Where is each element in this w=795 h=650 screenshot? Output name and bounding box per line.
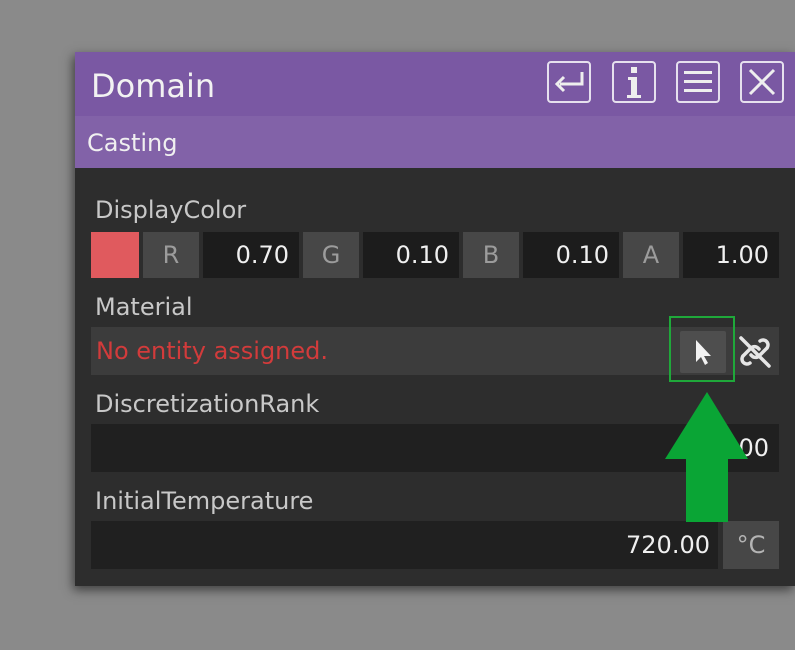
info-icon — [627, 67, 641, 98]
initial-temperature-value: 720.00 — [626, 531, 710, 559]
domain-panel: Domain Casting DisplayColor R 0.70 G 0.1… — [75, 52, 795, 586]
title-bar: Domain — [75, 52, 795, 116]
channel-a-value[interactable]: 1.00 — [683, 232, 779, 278]
initial-temperature-label: InitialTemperature — [95, 487, 314, 515]
close-icon — [748, 68, 776, 96]
menu-button[interactable] — [676, 61, 720, 103]
color-swatch[interactable] — [91, 232, 139, 278]
panel-title: Domain — [91, 67, 216, 105]
info-button[interactable] — [612, 61, 656, 103]
discretization-rank-label: DiscretizationRank — [95, 390, 320, 418]
annotation-up-arrow-icon — [665, 392, 748, 522]
highlight-box — [669, 316, 735, 382]
material-status: No entity assigned. — [96, 337, 329, 365]
menu-icon — [684, 71, 712, 92]
close-button[interactable] — [740, 61, 784, 103]
channel-g-value[interactable]: 0.10 — [363, 232, 459, 278]
return-icon — [554, 72, 584, 93]
channel-b-label: B — [463, 232, 519, 278]
return-button[interactable] — [547, 61, 591, 103]
initial-temperature-field[interactable]: 720.00 — [91, 521, 718, 569]
channel-b-value[interactable]: 0.10 — [523, 232, 619, 278]
channel-g-label: G — [303, 232, 359, 278]
channel-r-value[interactable]: 0.70 — [203, 232, 299, 278]
display-color-label: DisplayColor — [95, 196, 247, 224]
unlink-button[interactable] — [733, 330, 777, 374]
unlink-icon — [739, 336, 771, 368]
material-label: Material — [95, 293, 193, 321]
section-header[interactable]: Casting — [75, 116, 795, 168]
temperature-unit[interactable]: °C — [723, 521, 779, 569]
channel-r-label: R — [143, 232, 199, 278]
channel-a-label: A — [623, 232, 679, 278]
section-title: Casting — [87, 129, 178, 157]
